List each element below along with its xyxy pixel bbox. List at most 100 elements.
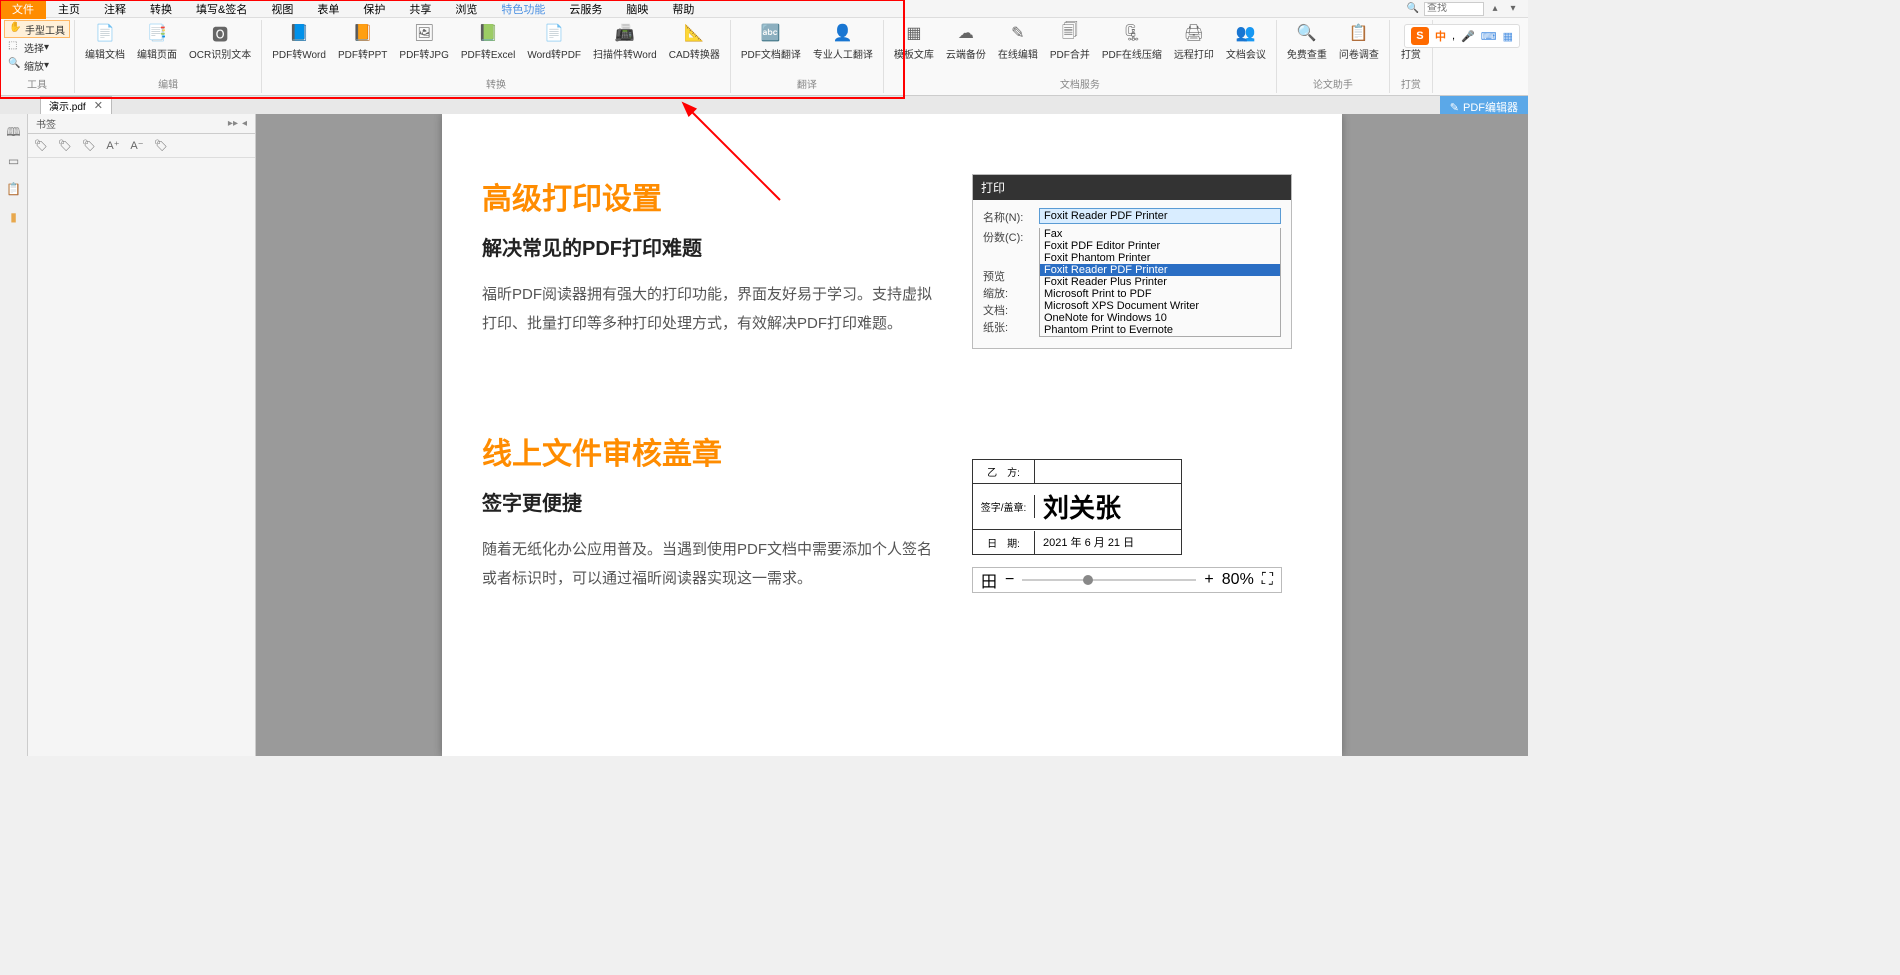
- print-dialog-title: 打印: [973, 175, 1291, 200]
- cad-convert-button[interactable]: 📐CAD转换器: [663, 20, 726, 63]
- online-edit-button[interactable]: ✎在线编辑: [992, 20, 1044, 63]
- print-zoom-label: 缩放:: [983, 284, 1039, 301]
- select-tool-button[interactable]: ⬚选择 ▾: [4, 38, 70, 56]
- zoom-bar: 田 − + 80% ⛶: [972, 567, 1282, 593]
- online-edit-icon: ✎: [1007, 22, 1029, 44]
- pdf-to-word-button[interactable]: 📘PDF转Word: [266, 20, 332, 63]
- word-to-pdf-button[interactable]: 📄Word转PDF: [521, 20, 587, 63]
- menu-fillsign[interactable]: 填写&签名: [184, 0, 259, 19]
- panel-close-icon[interactable]: ◂: [242, 118, 247, 129]
- section-2-title: 线上文件审核盖章: [482, 429, 942, 473]
- zoom-tool-button[interactable]: 🔍缩放 ▾: [4, 56, 70, 74]
- pdf-to-excel-button[interactable]: 📗PDF转Excel: [455, 20, 521, 63]
- hand-icon: ✋: [9, 22, 23, 36]
- zoom-handle[interactable]: [1083, 575, 1093, 585]
- section-1-title: 高级打印设置: [482, 174, 942, 218]
- bookmark-tool-3-icon[interactable]: 🏷: [154, 139, 168, 153]
- menu-feature[interactable]: 特色功能: [489, 0, 557, 19]
- ribbon-group-convert-label: 转换: [486, 76, 506, 93]
- hand-tool-button[interactable]: ✋手型工具: [4, 20, 70, 38]
- cad-icon: 📐: [683, 22, 705, 44]
- cloud-icon: ☁: [955, 22, 977, 44]
- main-area: 🕮 ▭ 📋 ▮ 书签 ▸▸ ◂ 🏷 🏷 🏷 A⁺ A⁻ 🏷 高级打印设置: [0, 114, 1528, 756]
- jpg-icon: 🖼: [413, 22, 435, 44]
- bookmark-tool-1-icon[interactable]: 🏷: [58, 139, 72, 153]
- edit-doc-button[interactable]: 📄编辑文档: [79, 20, 131, 63]
- zoom-out-icon[interactable]: −: [1005, 571, 1014, 589]
- chevron-up-icon[interactable]: ▴: [1488, 2, 1502, 16]
- pdf-to-jpg-button[interactable]: 🖼PDF转JPG: [393, 20, 454, 63]
- print-preview-label: 预览: [983, 267, 1039, 284]
- font-bigger-icon[interactable]: A⁺: [106, 139, 120, 153]
- ribbon-group-reward-label: 打赏: [1401, 76, 1421, 93]
- check-icon: 🔍: [1296, 22, 1318, 44]
- print-name-label: 名称(N):: [983, 208, 1039, 225]
- menu-share[interactable]: 共享: [397, 0, 443, 19]
- doc-meeting-button[interactable]: 👥文档会议: [1220, 20, 1272, 63]
- search-input[interactable]: [1424, 2, 1484, 16]
- document-viewport[interactable]: 高级打印设置 解决常见的PDF打印难题 福昕PDF阅读器拥有强大的打印功能，界面…: [256, 114, 1528, 756]
- ime-bar[interactable]: S 中 , 🎤 ⌨ ▦: [1404, 24, 1520, 48]
- pdf-to-ppt-button[interactable]: 📙PDF转PPT: [332, 20, 393, 63]
- print-copies-label: 份数(C):: [983, 228, 1039, 245]
- view-mode-icon[interactable]: 田: [981, 568, 997, 592]
- add-bookmark-icon[interactable]: 🏷: [34, 139, 48, 153]
- menu-file[interactable]: 文件: [0, 0, 46, 19]
- menu-mind[interactable]: 脑映: [614, 0, 660, 19]
- menu-cloud[interactable]: 云服务: [557, 0, 614, 19]
- flag-rail-icon[interactable]: ▮: [5, 208, 23, 226]
- menu-form[interactable]: 表单: [305, 0, 351, 19]
- grid-icon[interactable]: ▦: [1503, 30, 1513, 43]
- edit-doc-icon: 📄: [94, 22, 116, 44]
- sogou-icon: S: [1411, 27, 1429, 45]
- edit-page-button[interactable]: 📑编辑页面: [131, 20, 183, 63]
- merge-icon: 🗐: [1059, 22, 1081, 44]
- free-check-button[interactable]: 🔍免费查重: [1281, 20, 1333, 63]
- menu-bar: 文件 主页 注释 转换 填写&签名 视图 表单 保护 共享 浏览 特色功能 云服…: [0, 0, 1528, 18]
- print-dialog-mock: 打印 名称(N): Foxit Reader PDF Printer 份数(C)…: [972, 174, 1292, 349]
- pdf-merge-button[interactable]: 🗐PDF合并: [1044, 20, 1096, 63]
- collapse-icon[interactable]: ▸▸: [228, 118, 238, 129]
- zoom-slider[interactable]: [1022, 579, 1196, 581]
- survey-button[interactable]: 📋问卷调查: [1333, 20, 1385, 63]
- menu-protect[interactable]: 保护: [351, 0, 397, 19]
- clipboard-rail-icon[interactable]: 📋: [5, 180, 23, 198]
- menu-comment[interactable]: 注释: [92, 0, 138, 19]
- document-tab[interactable]: 演示.pdf ✕: [40, 96, 112, 114]
- menu-home[interactable]: 主页: [46, 0, 92, 19]
- cloud-backup-button[interactable]: ☁云端备份: [940, 20, 992, 63]
- ribbon-group-edit-label: 编辑: [158, 76, 178, 93]
- fullscreen-icon[interactable]: ⛶: [1262, 571, 1273, 589]
- document-tab-bar: 演示.pdf ✕ ☁ ⟳: [0, 96, 1528, 114]
- menu-convert[interactable]: 转换: [138, 0, 184, 19]
- ocr-button[interactable]: 🅾OCR识别文本: [183, 20, 257, 63]
- print-icon: 🖨: [1183, 22, 1205, 44]
- scan-to-word-button[interactable]: 📠扫描件转Word: [587, 20, 663, 63]
- pen-icon: ✎: [1450, 101, 1459, 114]
- font-smaller-icon[interactable]: A⁻: [130, 139, 144, 153]
- close-tab-icon[interactable]: ✕: [94, 99, 103, 112]
- survey-icon: 📋: [1348, 22, 1370, 44]
- help-dropdown-icon[interactable]: ▾: [1506, 2, 1520, 16]
- printer-item: Foxit Reader Plus Printer: [1040, 276, 1280, 288]
- bookmark-rail-icon[interactable]: 🕮: [5, 124, 23, 142]
- template-button[interactable]: ▦模板文库: [888, 20, 940, 63]
- zoom-in-icon[interactable]: +: [1204, 571, 1213, 589]
- pdf-translate-button[interactable]: 🔤PDF文档翻译: [735, 20, 807, 63]
- sign-label: 签字/盖章:: [973, 495, 1035, 518]
- remote-print-button[interactable]: 🖨远程打印: [1168, 20, 1220, 63]
- ribbon: ✋手型工具 ⬚选择 ▾ 🔍缩放 ▾ 工具 📄编辑文档 📑编辑页面 🅾OCR识别文…: [0, 18, 1528, 96]
- pdf-compress-button[interactable]: 🗜PDF在线压缩: [1096, 20, 1168, 63]
- printer-item: OneNote for Windows 10: [1040, 312, 1280, 324]
- ribbon-group-tool-label: 工具: [27, 76, 47, 93]
- mic-icon[interactable]: 🎤: [1461, 30, 1475, 43]
- menu-browse[interactable]: 浏览: [443, 0, 489, 19]
- printer-item: Phantom Print to Evernote: [1040, 324, 1280, 336]
- printer-item: Fax: [1040, 228, 1280, 240]
- bookmark-tool-2-icon[interactable]: 🏷: [82, 139, 96, 153]
- keyboard-icon[interactable]: ⌨: [1481, 30, 1497, 43]
- page-rail-icon[interactable]: ▭: [5, 152, 23, 170]
- menu-help[interactable]: 帮助: [660, 0, 706, 19]
- menu-view[interactable]: 视图: [259, 0, 305, 19]
- pro-translate-button[interactable]: 👤专业人工翻译: [807, 20, 879, 63]
